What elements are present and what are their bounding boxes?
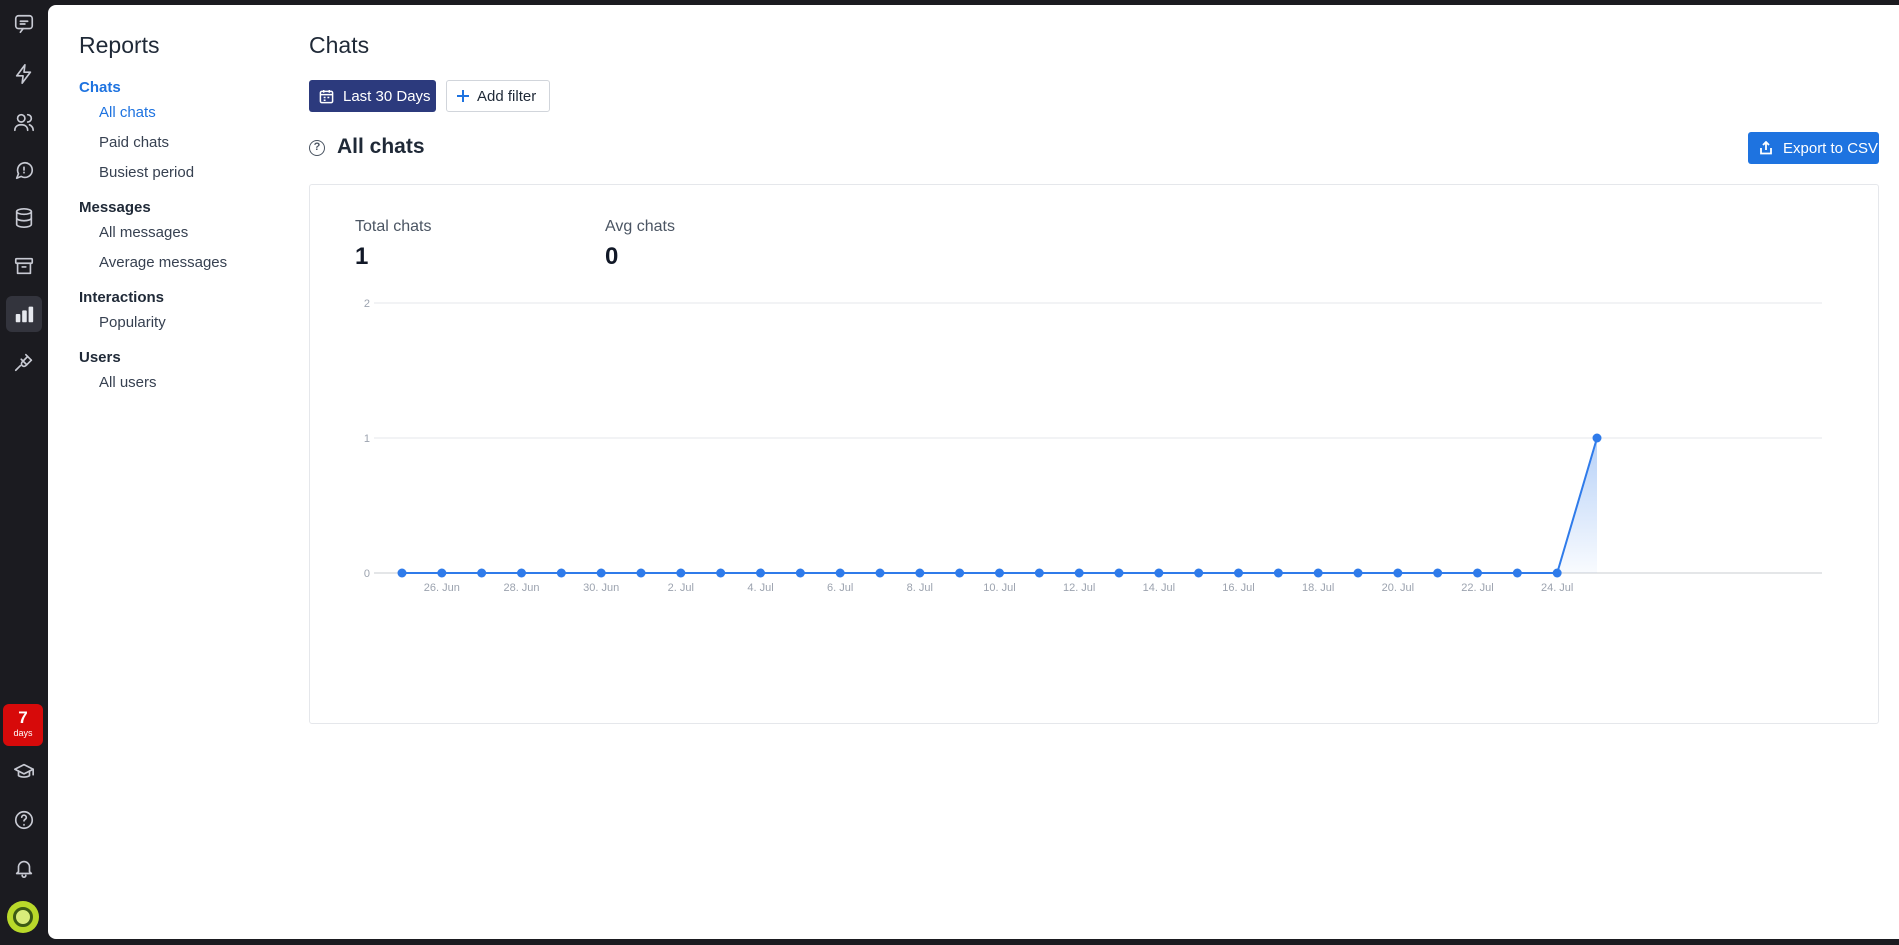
series-line bbox=[402, 437, 1598, 574]
nav-section-interactions[interactable]: Interactions bbox=[79, 288, 299, 308]
x-tick-label: 4. Jul bbox=[747, 582, 773, 594]
x-tick-label: 28. Jun bbox=[503, 582, 539, 594]
data-point bbox=[1313, 568, 1323, 578]
nav-item-all-users[interactable]: All users bbox=[79, 368, 299, 398]
trial-days-badge[interactable]: 7 days bbox=[3, 704, 43, 746]
x-tick-label: 8. Jul bbox=[907, 582, 933, 594]
reports-title: Reports bbox=[79, 32, 160, 58]
help-circle-icon[interactable]: ? bbox=[309, 140, 325, 156]
avatar[interactable] bbox=[7, 901, 39, 933]
data-point bbox=[1512, 568, 1522, 578]
plug-icon[interactable] bbox=[6, 344, 42, 380]
nav-item-popularity[interactable]: Popularity bbox=[79, 308, 299, 338]
x-tick-label: 24. Jul bbox=[1541, 582, 1573, 594]
x-tick-label: 2. Jul bbox=[668, 582, 694, 594]
data-point bbox=[1592, 433, 1602, 443]
reports-nav: Reports Chats All chats Paid chats Busie… bbox=[79, 32, 299, 398]
data-point bbox=[915, 568, 925, 578]
x-tick-label: 16. Jul bbox=[1222, 582, 1254, 594]
chat-bubble-icon[interactable] bbox=[6, 152, 42, 188]
nav-item-average-messages[interactable]: Average messages bbox=[79, 248, 299, 278]
section-title: All chats bbox=[337, 135, 425, 158]
nav-item-paid-chats[interactable]: Paid chats bbox=[79, 128, 299, 158]
data-point bbox=[556, 568, 566, 578]
chart-card: Total chats 1 Avg chats 0 0 1 2 26. Jun 28. … bbox=[309, 184, 1879, 724]
page-title: Chats bbox=[309, 32, 370, 58]
data-point bbox=[477, 568, 487, 578]
data-point bbox=[1552, 568, 1562, 578]
users-icon[interactable] bbox=[6, 104, 42, 140]
x-tick-label: 6. Jul bbox=[827, 582, 853, 594]
export-csv-label: Export to CSV bbox=[1783, 139, 1879, 157]
data-point bbox=[795, 568, 805, 578]
data-point bbox=[1273, 568, 1283, 578]
y-tick-label: 1 bbox=[364, 433, 370, 445]
data-point bbox=[1393, 568, 1403, 578]
export-icon bbox=[1760, 141, 1772, 155]
graduation-cap-icon[interactable] bbox=[6, 754, 42, 790]
reports-chart-icon[interactable] bbox=[6, 296, 42, 332]
data-point bbox=[716, 568, 726, 578]
archive-icon[interactable] bbox=[6, 248, 42, 284]
data-point bbox=[1154, 568, 1164, 578]
data-point bbox=[995, 568, 1004, 578]
series-area bbox=[402, 438, 1597, 573]
data-point bbox=[1034, 568, 1044, 578]
bolt-icon[interactable] bbox=[6, 56, 42, 92]
data-point bbox=[756, 568, 765, 578]
data-point bbox=[1114, 568, 1124, 578]
nav-item-all-chats[interactable]: All chats bbox=[79, 98, 299, 128]
chat-logo-icon[interactable] bbox=[6, 6, 42, 42]
x-tick-label: 26. Jun bbox=[424, 582, 460, 594]
data-point bbox=[397, 568, 407, 578]
trial-days-count: 7 bbox=[18, 708, 28, 727]
database-icon[interactable] bbox=[6, 200, 42, 236]
nav-section-users[interactable]: Users bbox=[79, 348, 299, 368]
x-tick-label: 20. Jul bbox=[1382, 582, 1414, 594]
nav-item-busiest-period[interactable]: Busiest period bbox=[79, 158, 299, 188]
data-point bbox=[1433, 568, 1443, 578]
x-tick-label: 22. Jul bbox=[1461, 582, 1493, 594]
date-range-label: Last 30 Days bbox=[343, 87, 431, 105]
x-tick-label: 30. Jun bbox=[583, 582, 619, 594]
plus-icon bbox=[457, 90, 469, 102]
x-tick-label: 12. Jul bbox=[1063, 582, 1095, 594]
trial-days-unit: days bbox=[13, 728, 33, 738]
calendar-icon bbox=[319, 89, 334, 103]
bell-icon[interactable] bbox=[6, 850, 42, 886]
data-point bbox=[1234, 568, 1243, 578]
x-tick-label: 18. Jul bbox=[1302, 582, 1334, 594]
data-point bbox=[676, 568, 686, 578]
nav-section-chats[interactable]: Chats bbox=[79, 78, 299, 98]
data-point bbox=[835, 568, 845, 578]
data-point bbox=[517, 568, 526, 578]
help-icon[interactable] bbox=[6, 802, 42, 838]
data-point bbox=[955, 568, 965, 578]
y-tick-label: 2 bbox=[364, 298, 370, 310]
data-point bbox=[1194, 568, 1204, 578]
data-point bbox=[1074, 568, 1084, 578]
nav-section-messages[interactable]: Messages bbox=[79, 198, 299, 218]
data-point bbox=[596, 568, 606, 578]
add-filter-label: Add filter bbox=[477, 87, 537, 105]
data-point bbox=[437, 568, 447, 578]
nav-item-all-messages[interactable]: All messages bbox=[79, 218, 299, 248]
x-tick-label: 14. Jul bbox=[1143, 582, 1175, 594]
date-range-button[interactable]: Last 30 Days bbox=[309, 80, 436, 112]
chats-line-chart: 0 1 2 26. Jun 28. Jun 30. Jun 2. Jul 4. Jul 6. J… bbox=[364, 298, 1822, 594]
y-tick-label: 0 bbox=[364, 568, 370, 580]
add-filter-button[interactable]: Add filter bbox=[446, 80, 550, 112]
data-point bbox=[1353, 568, 1363, 578]
app-rail: 7 days bbox=[0, 0, 48, 945]
x-tick-label: 10. Jul bbox=[983, 582, 1015, 594]
data-point bbox=[1473, 568, 1482, 578]
data-point bbox=[636, 568, 646, 578]
data-point bbox=[875, 568, 885, 578]
export-csv-button[interactable]: Export to CSV bbox=[1748, 132, 1879, 164]
